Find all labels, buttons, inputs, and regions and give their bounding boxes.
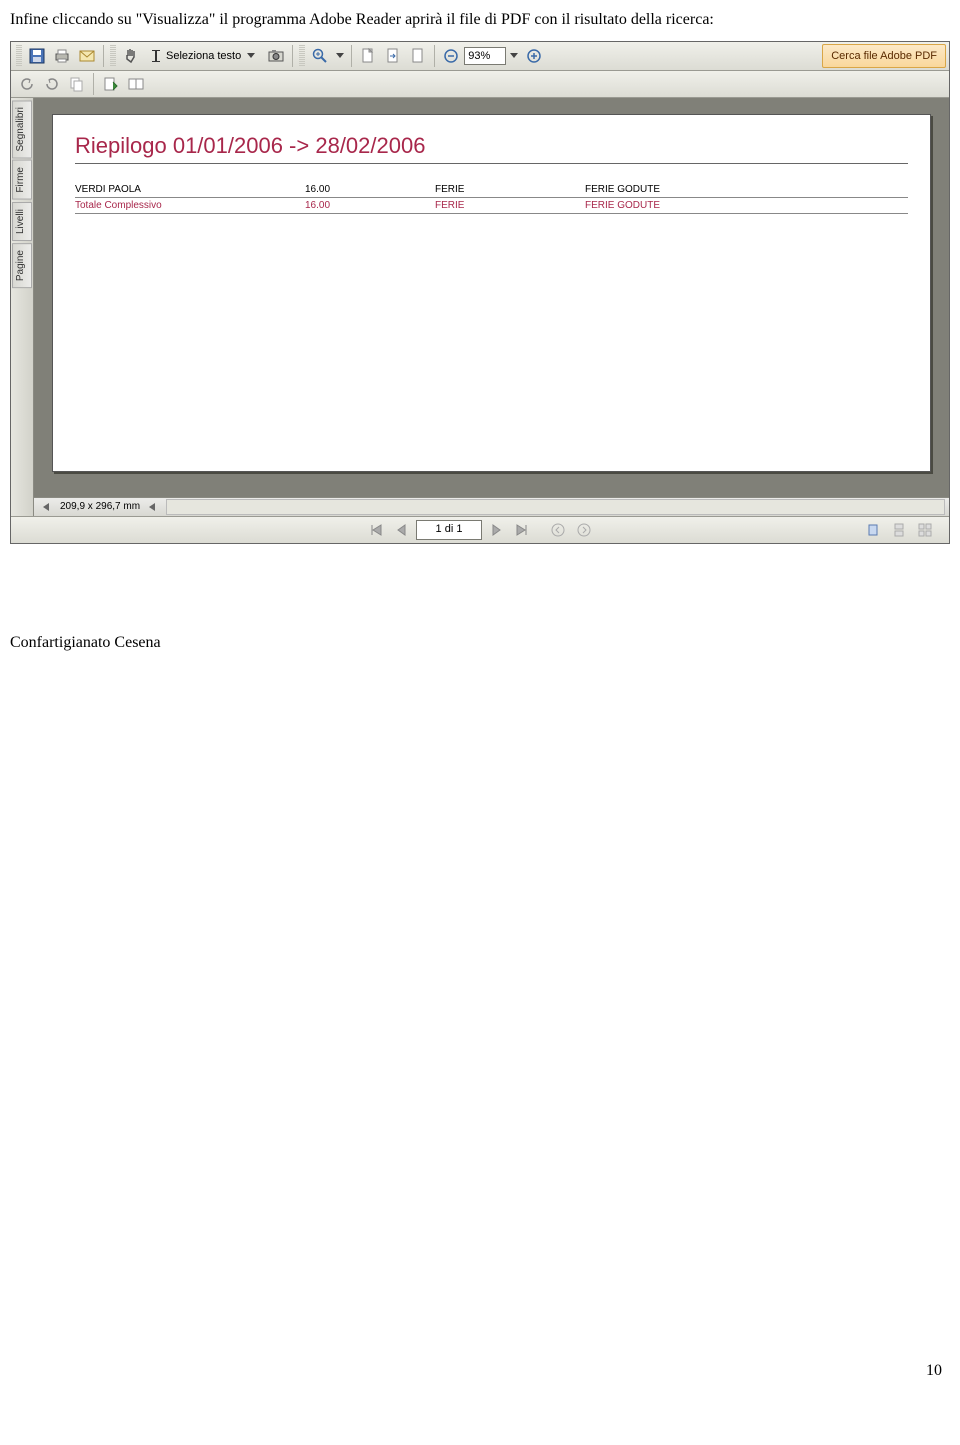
select-text-tool[interactable]: Seleziona testo — [144, 44, 263, 68]
last-page-icon[interactable] — [510, 518, 534, 542]
chevron-down-icon[interactable] — [244, 45, 258, 67]
doc-icon[interactable] — [406, 44, 430, 68]
cell-type: FERIE — [435, 184, 585, 195]
cell-value: 16.00 — [305, 200, 435, 211]
save-icon[interactable] — [25, 44, 49, 68]
document-inner: Riepilogo 01/01/2006 -> 28/02/2006 VERDI… — [34, 98, 949, 497]
copy-icon[interactable] — [65, 72, 89, 96]
new-doc-icon[interactable] — [356, 44, 380, 68]
toolbar-separator — [351, 45, 352, 67]
toolbar-separator — [434, 45, 435, 67]
toolbar-secondary — [11, 71, 949, 98]
print-icon[interactable] — [50, 44, 74, 68]
zoom-out-button[interactable] — [439, 44, 463, 68]
doc-arrow-icon[interactable] — [381, 44, 405, 68]
cell-type: FERIE — [435, 200, 585, 211]
cell-name: Totale Complessivo — [75, 200, 305, 211]
single-page-view-icon[interactable] — [861, 518, 885, 542]
pdf-page: Riepilogo 01/01/2006 -> 28/02/2006 VERDI… — [52, 114, 931, 472]
status-bar: 209,9 x 296,7 mm — [34, 497, 949, 516]
side-tab-signatures[interactable]: Firme — [12, 160, 32, 200]
page-dimensions: 209,9 x 296,7 mm — [60, 501, 140, 512]
page-number-field[interactable]: 1 di 1 — [416, 520, 482, 540]
next-page-icon[interactable] — [484, 518, 508, 542]
page-nav: 1 di 1 — [11, 516, 949, 543]
zoom-in-button[interactable] — [522, 44, 546, 68]
toolbar-separator — [292, 45, 293, 67]
search-button[interactable]: Cerca file Adobe PDF — [822, 44, 946, 68]
toolbar-grip — [16, 45, 22, 67]
page-number: 10 — [926, 1362, 942, 1380]
page-next-icon[interactable] — [99, 72, 123, 96]
cell-desc: FERIE GODUTE — [585, 200, 908, 211]
table-row-total: Totale Complessivo 16.00 FERIE FERIE GOD… — [75, 198, 908, 214]
toolbar-separator — [93, 73, 94, 95]
email-icon[interactable] — [75, 44, 99, 68]
viewport: Segnalibri Firme Livelli Pagine Riepilog… — [11, 98, 949, 516]
hscrollbar[interactable] — [166, 499, 945, 515]
cell-desc: FERIE GODUTE — [585, 184, 908, 195]
toolbar-main: Seleziona testo Cerca file Adobe PDF — [11, 42, 949, 71]
text-cursor-icon — [149, 49, 163, 63]
cell-value: 16.00 — [305, 184, 435, 195]
toolbar-grip — [110, 45, 116, 67]
side-tabs: Segnalibri Firme Livelli Pagine — [11, 98, 34, 516]
side-tab-pages[interactable]: Pagine — [12, 243, 32, 288]
scroll-left2-icon[interactable] — [144, 499, 162, 515]
chevron-down-icon[interactable] — [507, 45, 521, 67]
continuous-view-icon[interactable] — [887, 518, 911, 542]
zoom-in-icon[interactable] — [308, 44, 332, 68]
prev-page-icon[interactable] — [390, 518, 414, 542]
nav-back-icon[interactable] — [546, 518, 570, 542]
adobe-reader-window: Seleziona testo Cerca file Adobe PDF — [10, 41, 950, 544]
side-tab-bookmarks[interactable]: Segnalibri — [12, 100, 32, 158]
toolbar-grip — [299, 45, 305, 67]
report-title: Riepilogo 01/01/2006 -> 28/02/2006 — [75, 133, 908, 164]
snapshot-icon[interactable] — [264, 44, 288, 68]
document-area: Riepilogo 01/01/2006 -> 28/02/2006 VERDI… — [34, 98, 949, 516]
cell-name: VERDI PAOLA — [75, 184, 305, 195]
redo-icon[interactable] — [40, 72, 64, 96]
nav-forward-icon[interactable] — [572, 518, 596, 542]
search-label: Cerca file Adobe PDF — [831, 50, 937, 62]
table-row: VERDI PAOLA 16.00 FERIE FERIE GODUTE — [75, 182, 908, 198]
undo-icon[interactable] — [15, 72, 39, 96]
side-tab-levels[interactable]: Livelli — [12, 202, 32, 241]
intro-text: Infine cliccando su "Visualizza" il prog… — [10, 10, 950, 31]
pages-icon[interactable] — [124, 72, 148, 96]
hand-tool-icon[interactable] — [119, 44, 143, 68]
first-page-icon[interactable] — [364, 518, 388, 542]
facing-view-icon[interactable] — [913, 518, 937, 542]
chevron-down-icon[interactable] — [333, 45, 347, 67]
zoom-input[interactable] — [464, 47, 506, 65]
select-text-label: Seleziona testo — [166, 50, 241, 62]
scroll-left-icon[interactable] — [38, 499, 56, 515]
credit-text: Confartigianato Cesena — [10, 634, 950, 652]
toolbar-separator — [103, 45, 104, 67]
